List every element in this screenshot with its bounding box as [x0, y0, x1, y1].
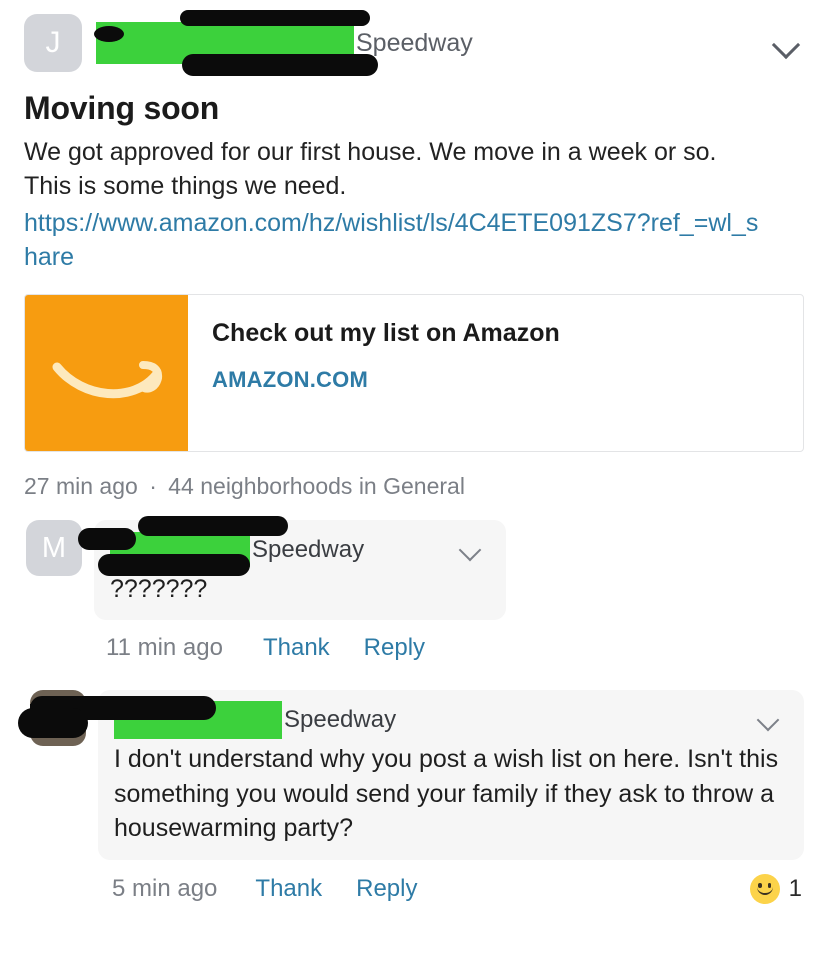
- post-wishlist-link[interactable]: https://www.amazon.com/hz/wishlist/ls/4C…: [24, 206, 764, 275]
- comment-author-redaction: [114, 701, 282, 740]
- comment-text: ???????: [110, 574, 208, 603]
- comment-actions: 11 min ago Thank Reply: [0, 634, 828, 662]
- post-audience: 44 neighborhoods in General: [168, 472, 465, 499]
- comment-row: M Speedway ???????: [0, 515, 828, 621]
- comment-block: M Speedway ??????? 11 min ago Thank Repl…: [0, 515, 828, 663]
- comment-neighborhood-label: Speedway: [252, 535, 365, 563]
- comment-bubble: Speedway ???????: [78, 515, 506, 621]
- comment-actions: 5 min ago Thank Reply 1: [0, 873, 828, 904]
- comment-neighborhood-label: Speedway: [284, 706, 397, 734]
- link-preview-card[interactable]: Check out my list on Amazon AMAZON.COM: [24, 293, 804, 452]
- thank-button[interactable]: Thank: [263, 634, 330, 662]
- reaction-badge[interactable]: 1: [749, 873, 802, 904]
- comment-row: Speedway I don't understand why you post…: [0, 690, 828, 860]
- comment-timestamp: 5 min ago: [112, 874, 218, 902]
- meta-separator: ·: [149, 472, 157, 499]
- chevron-down-icon[interactable]: [456, 533, 490, 567]
- comment-author-line: Speedway: [78, 515, 490, 576]
- comment-block: Speedway I don't understand why you post…: [0, 690, 828, 904]
- author-name-redaction: [96, 22, 354, 64]
- chevron-down-icon[interactable]: [754, 703, 788, 737]
- neighborhood-app-post-screen: J Speedway Moving soon We got approved f…: [0, 0, 828, 955]
- post-text: We got approved for our first house. We …: [24, 137, 717, 201]
- post-author-avatar[interactable]: J: [24, 14, 82, 72]
- redaction-scribble: [30, 704, 86, 731]
- comment-text: I don't understand why you post a wish l…: [114, 745, 779, 843]
- link-preview-domain: AMAZON.COM: [212, 366, 368, 392]
- comment-bubble: Speedway I don't understand why you post…: [18, 690, 804, 860]
- comment-author-line: Speedway: [18, 696, 788, 740]
- post-neighborhood-label: Speedway: [356, 28, 473, 57]
- comment-timestamp: 11 min ago: [106, 634, 223, 662]
- link-preview-title: Check out my list on Amazon: [212, 318, 560, 347]
- slightly-smiling-face-icon: [749, 873, 780, 904]
- comment-author-avatar[interactable]: M: [26, 519, 82, 576]
- post-header: J Speedway: [0, 0, 828, 76]
- post-meta: 27 min ago · 44 neighborhoods in General: [24, 473, 804, 500]
- reply-button[interactable]: Reply: [356, 875, 417, 903]
- amazon-smile-icon: [25, 294, 188, 451]
- post-title: Moving soon: [24, 90, 220, 126]
- post-body: Moving soon We got approved for our firs…: [0, 90, 828, 275]
- post-timestamp: 27 min ago: [24, 472, 138, 499]
- chevron-down-icon[interactable]: [770, 26, 804, 60]
- thank-button[interactable]: Thank: [255, 875, 322, 903]
- comment-author-avatar[interactable]: [30, 690, 86, 747]
- post-author-line: Speedway: [94, 10, 770, 76]
- reply-button[interactable]: Reply: [364, 634, 425, 662]
- comment-author-redaction: [110, 532, 250, 568]
- link-preview-meta: Check out my list on Amazon AMAZON.COM: [188, 295, 803, 451]
- reaction-count: 1: [788, 874, 802, 902]
